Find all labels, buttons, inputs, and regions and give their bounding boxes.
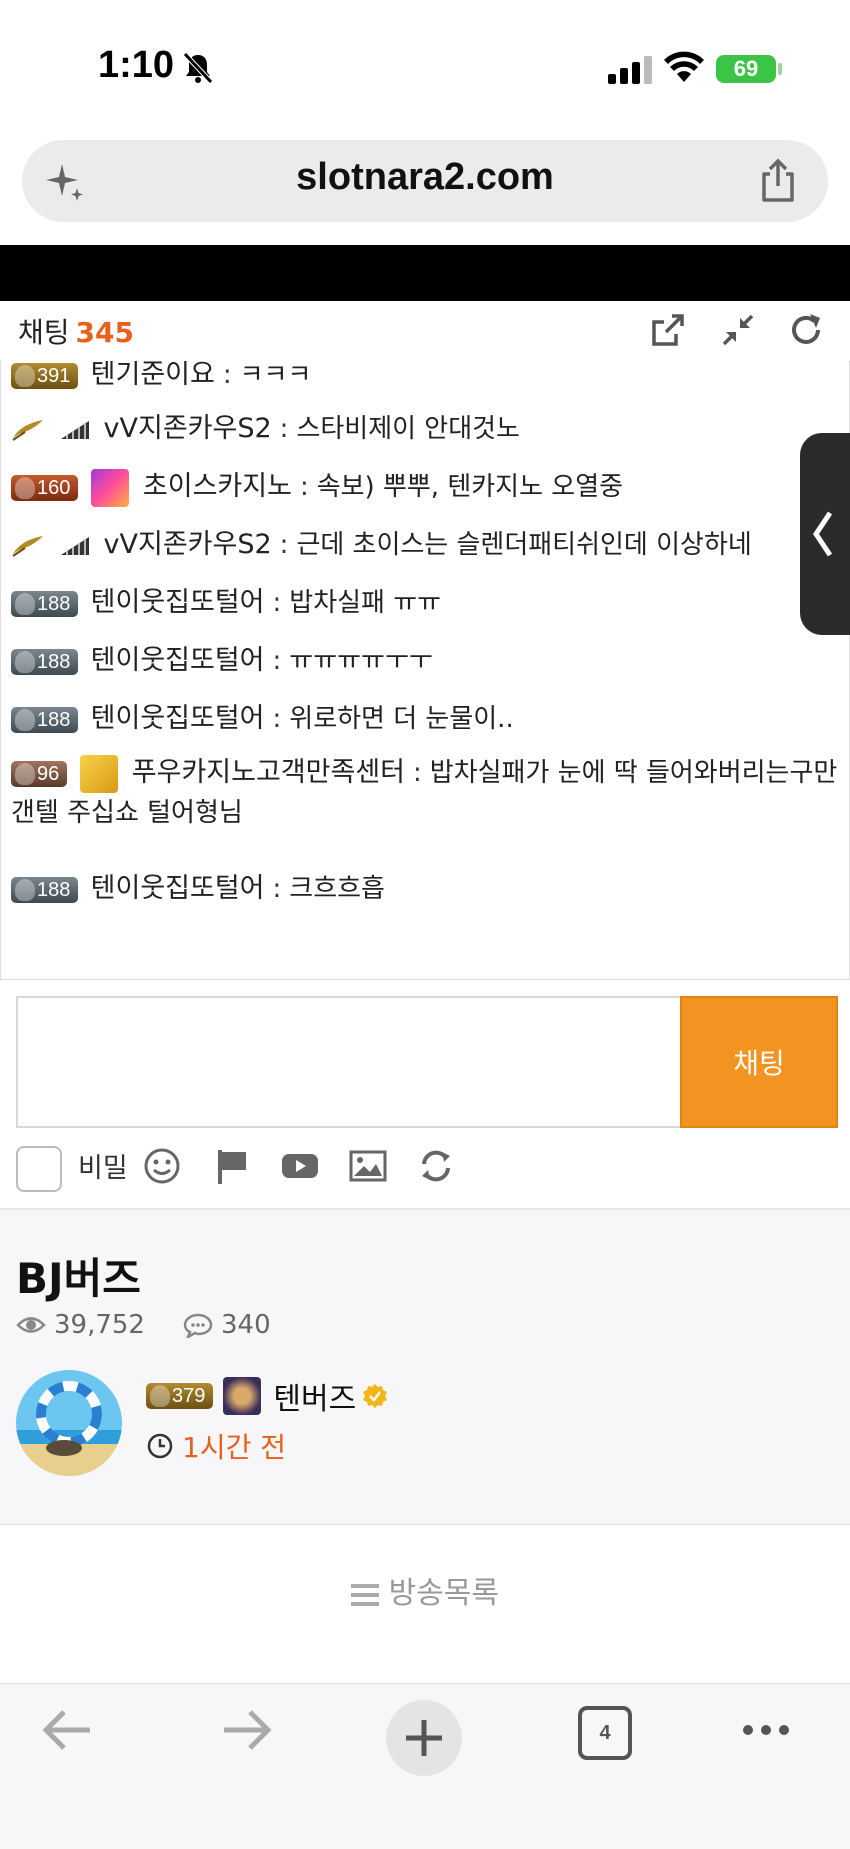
post-time: 1시간 전 [146, 1426, 286, 1466]
chat-text: ㅠㅠㅠㅠㅜㅜ [289, 646, 433, 676]
chat-nick[interactable]: 초이스카지노 [143, 471, 292, 502]
level-badge: 96 [11, 760, 68, 787]
level-badge: 188 [11, 590, 79, 617]
user-avatar [79, 754, 118, 793]
cellular-signal-icon [608, 56, 652, 84]
menu-icon [351, 1583, 380, 1606]
comment-count: 340 [220, 1310, 271, 1340]
time-ago: 1시간 전 [182, 1431, 286, 1464]
chat-message: 160 초이스카지노: 속보) 뿌뿌, 텐카지노 오열중 [11, 467, 841, 507]
clock-icon [147, 1433, 173, 1459]
level-badge: 188 [11, 648, 79, 675]
chat-title: 채팅 345 [18, 311, 134, 351]
feather-icon [12, 535, 43, 557]
level-badge: 188 [11, 876, 79, 903]
chat-count: 345 [75, 316, 134, 349]
chat-text: 크흐흐흡 [289, 874, 385, 904]
forward-arrow-icon[interactable] [216, 1700, 276, 1760]
chat-text: 스타비제이 안대것노 [296, 414, 520, 444]
status-time: 1:10 [98, 44, 175, 86]
chat-message: vV지존카우S2: 근데 초이스는 슬렌더패티쉬인데 이상하네 [11, 525, 841, 565]
user-avatar [90, 468, 129, 507]
side-drawer-tab[interactable] [800, 433, 850, 635]
chat-message: 188 텐이웃집또털어: 크흐흐흡 [11, 869, 841, 909]
chat-message: 391 텐기준이요: ㅋㅋㅋ [11, 361, 841, 395]
chat-nick[interactable]: 텐이웃집또털어 [91, 645, 265, 676]
more-icon[interactable] [736, 1700, 796, 1760]
chat-message: 188 텐이웃집또털어: 밥차실패 ㅠㅠ [11, 583, 841, 623]
author-avatar[interactable] [16, 1370, 122, 1476]
chat-nick[interactable]: 텐기준이요 [91, 361, 215, 390]
chat-message: 188 텐이웃집또털어: ㅠㅠㅠㅠㅜㅜ [11, 641, 841, 681]
chat-nick[interactable]: 텐이웃집또털어 [91, 587, 265, 618]
emoji-icon[interactable] [142, 1146, 182, 1186]
author-row: 379 텐버즈 [146, 1374, 388, 1418]
broadcast-list-link[interactable]: 방송목록 [0, 1568, 850, 1612]
chat-text: 속보) 뿌뿌, 텐카지노 오열중 [316, 472, 624, 502]
plus-icon [406, 1720, 442, 1756]
feather-icon [12, 419, 43, 441]
eye-icon [16, 1317, 46, 1333]
author-level-badge: 379 [146, 1383, 214, 1409]
image-icon[interactable] [348, 1146, 388, 1186]
chevron-left-icon [812, 511, 833, 557]
send-chat-button[interactable]: 채팅 [680, 996, 838, 1128]
chat-nick[interactable]: 푸우카지노고객만족센터 [132, 757, 405, 788]
collapse-icon[interactable] [718, 310, 758, 350]
level-badge: 188 [11, 706, 79, 733]
comment-icon [183, 1313, 213, 1338]
wifi-icon [664, 51, 704, 82]
author-name[interactable]: 텐버즈 [273, 1374, 356, 1418]
battery-nub [778, 63, 782, 75]
level-badge: 160 [11, 474, 79, 501]
popout-icon[interactable] [648, 310, 688, 350]
chat-nick[interactable]: vV지존카우S2 [104, 529, 272, 560]
chat-message-list[interactable]: 391 텐기준이요: ㅋㅋㅋ vV지존카우S2: 스타비제이 안대것노 160 초이… [0, 361, 850, 980]
view-count: 39,752 [54, 1310, 145, 1340]
chat-text: 근데 초이스는 슬렌더패티쉬인데 이상하네 [296, 530, 752, 560]
rank-stairs-icon [61, 420, 90, 439]
sparkle-icon[interactable] [44, 160, 88, 204]
battery-indicator: 69 [716, 55, 776, 83]
chat-text: ㅋㅋㅋ [239, 361, 312, 390]
author-mini-avatar [223, 1377, 262, 1415]
back-arrow-icon[interactable] [38, 1700, 98, 1760]
broadcast-list-label: 방송목록 [388, 1576, 499, 1611]
video-area [0, 245, 850, 301]
refresh-icon[interactable] [786, 310, 826, 350]
chat-nick[interactable]: 텐이웃집또털어 [91, 703, 265, 734]
secret-checkbox[interactable] [16, 1146, 62, 1192]
sync-icon[interactable] [416, 1146, 456, 1186]
chat-message: 96 푸우카지노고객만족센터: 밥차실패가 눈에 딱 들어와버리는구만 갠텔 주십… [11, 753, 841, 833]
chat-message: 188 텐이웃집또털어: 위로하면 더 눈물이.. [11, 699, 841, 739]
tabs-button[interactable]: 4 [578, 1706, 632, 1760]
level-badge: 391 [11, 362, 79, 389]
section-divider [0, 1524, 850, 1525]
chat-text: 밥차실패 ㅠㅠ [289, 588, 442, 618]
new-tab-button[interactable] [386, 1700, 462, 1776]
youtube-icon[interactable] [280, 1146, 320, 1186]
share-icon[interactable] [756, 158, 800, 204]
chat-title-label: 채팅 [18, 316, 70, 349]
post-title: BJ버즈 [16, 1254, 141, 1303]
verified-badge-icon [363, 1384, 388, 1408]
secret-label: 비밀 [78, 1153, 128, 1184]
post-stats: 39,752 340 [16, 1310, 271, 1340]
chat-nick[interactable]: 텐이웃집또털어 [91, 873, 265, 904]
rank-stairs-icon [61, 536, 90, 555]
chat-nick[interactable]: vV지존카우S2 [104, 413, 272, 444]
chat-text: 위로하면 더 눈물이.. [289, 704, 514, 734]
flag-icon[interactable] [212, 1146, 252, 1186]
chat-message: vV지존카우S2: 스타비제이 안대것노 [11, 409, 841, 449]
chat-input[interactable] [16, 996, 684, 1128]
address-bar[interactable]: slotnara2.com [22, 140, 828, 222]
bell-muted-icon [183, 52, 213, 84]
url-text: slotnara2.com [296, 156, 554, 198]
